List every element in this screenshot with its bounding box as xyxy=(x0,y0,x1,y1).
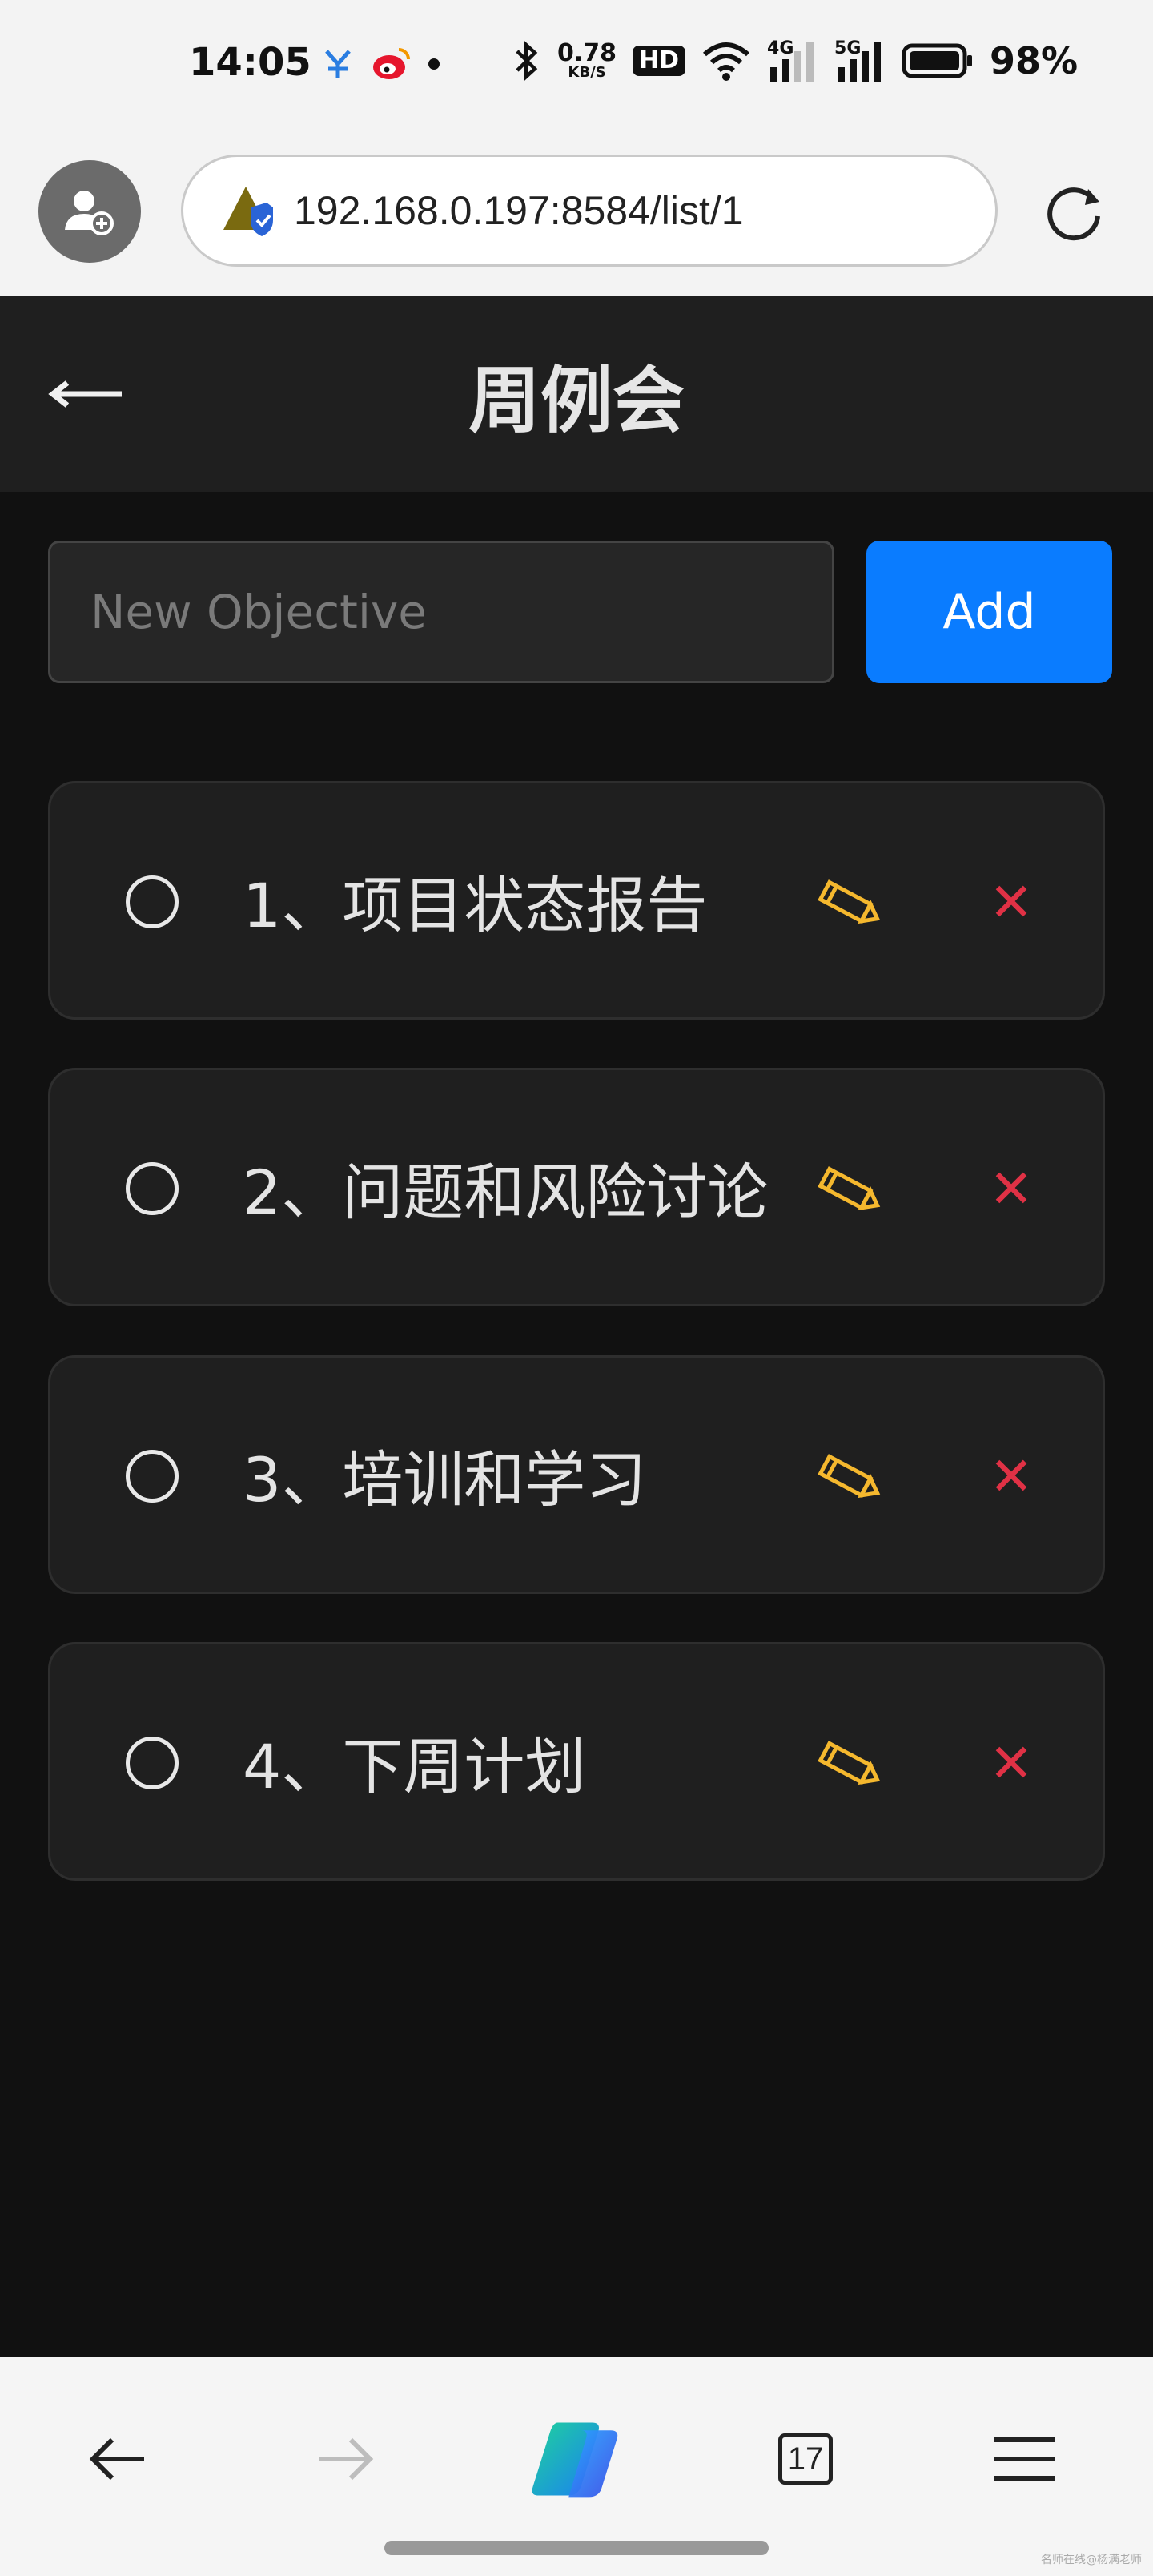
battery-level: 98% xyxy=(990,39,1079,83)
battery-icon xyxy=(902,43,973,78)
hd-label: HD xyxy=(639,46,680,74)
arrow-left-icon xyxy=(48,380,122,408)
pencil-icon xyxy=(818,1741,881,1785)
status-bar: 14:05 0.78 KB/S HD 4G 5G 98% xyxy=(0,0,1153,132)
net-speed-unit: KB/S xyxy=(568,64,606,81)
arrow-left-icon xyxy=(89,2437,144,2481)
bluetooth-icon xyxy=(516,40,538,82)
site-security-icon xyxy=(222,183,276,238)
edit-button[interactable] xyxy=(807,1150,887,1230)
list-item: 4、下周计划 ✕ xyxy=(48,1642,1105,1881)
copilot-icon xyxy=(532,2422,618,2498)
net-speed: 0.78 KB/S xyxy=(557,42,617,80)
list-item: 3、培训和学习 ✕ xyxy=(48,1355,1105,1594)
home-indicator[interactable] xyxy=(384,2541,769,2555)
complete-checkbox[interactable] xyxy=(126,1450,179,1503)
dot-icon xyxy=(428,58,440,70)
delete-button[interactable]: ✕ xyxy=(979,1731,1043,1795)
delete-button[interactable]: ✕ xyxy=(979,1157,1043,1221)
edit-button[interactable] xyxy=(807,1438,887,1518)
complete-checkbox[interactable] xyxy=(126,1162,179,1215)
nav-back-button[interactable] xyxy=(69,2411,165,2507)
complete-checkbox[interactable] xyxy=(126,875,179,928)
new-objective-input[interactable] xyxy=(48,541,834,683)
copilot-button[interactable] xyxy=(527,2411,623,2507)
close-icon: ✕ xyxy=(989,1732,1034,1794)
net-speed-value: 0.78 xyxy=(557,39,617,67)
notification-icons xyxy=(320,45,442,83)
objective-label: 2、问题和风险讨论 xyxy=(243,1157,769,1228)
reload-icon xyxy=(1047,187,1100,241)
signal-bars-icon xyxy=(838,42,882,82)
signal-4g: 4G xyxy=(767,38,818,83)
complete-checkbox[interactable] xyxy=(126,1737,179,1789)
edit-button[interactable] xyxy=(807,1725,887,1805)
list-item: 2、问题和风险讨论 ✕ xyxy=(48,1068,1105,1306)
back-button[interactable] xyxy=(46,354,127,434)
edit-button[interactable] xyxy=(807,863,887,944)
system-icons: 0.78 KB/S HD 4G 5G 98% xyxy=(512,38,1078,83)
page-title: 周例会 xyxy=(468,359,685,443)
list-item: 1、项目状态报告 ✕ xyxy=(48,781,1105,1020)
profile-button[interactable] xyxy=(38,160,141,263)
add-button[interactable]: Add xyxy=(866,541,1112,683)
menu-button[interactable] xyxy=(977,2411,1073,2507)
pencil-icon xyxy=(818,879,881,924)
watermark: 名师在线@杨满老师 xyxy=(1041,2554,1142,2566)
delete-button[interactable]: ✕ xyxy=(979,1444,1043,1508)
hamburger-icon xyxy=(994,2437,1055,2481)
pencil-icon xyxy=(818,1454,881,1499)
pencil-icon xyxy=(818,1166,881,1211)
add-user-icon xyxy=(65,191,114,235)
close-icon: ✕ xyxy=(989,1445,1034,1507)
objective-label: 3、培训和学习 xyxy=(243,1444,647,1515)
browser-toolbar: 192.168.0.197:8584/list/1 xyxy=(0,132,1153,296)
close-icon: ✕ xyxy=(989,1157,1034,1220)
signal-5g: 5G xyxy=(834,38,886,83)
objective-label: 4、下周计划 xyxy=(243,1731,586,1802)
url-text: 192.168.0.197:8584/list/1 xyxy=(294,188,744,233)
app-notification-icon xyxy=(325,50,351,78)
objective-label: 1、项目状态报告 xyxy=(243,870,708,941)
tabs-button[interactable]: 17 xyxy=(757,2411,854,2507)
weibo-icon xyxy=(373,48,410,79)
arrow-right-icon xyxy=(319,2437,374,2481)
app-header: 周例会 xyxy=(0,296,1153,492)
clock: 14:05 xyxy=(189,40,311,85)
close-icon: ✕ xyxy=(989,871,1034,933)
delete-button[interactable]: ✕ xyxy=(979,870,1043,934)
tab-count: 17 xyxy=(778,2433,833,2485)
signal-bars-icon xyxy=(770,42,814,82)
nav-forward-button[interactable] xyxy=(298,2411,394,2507)
wifi-icon xyxy=(703,42,750,81)
reload-button[interactable] xyxy=(1041,179,1110,248)
address-bar[interactable]: 192.168.0.197:8584/list/1 xyxy=(181,155,998,267)
hd-badge: HD xyxy=(633,46,686,76)
